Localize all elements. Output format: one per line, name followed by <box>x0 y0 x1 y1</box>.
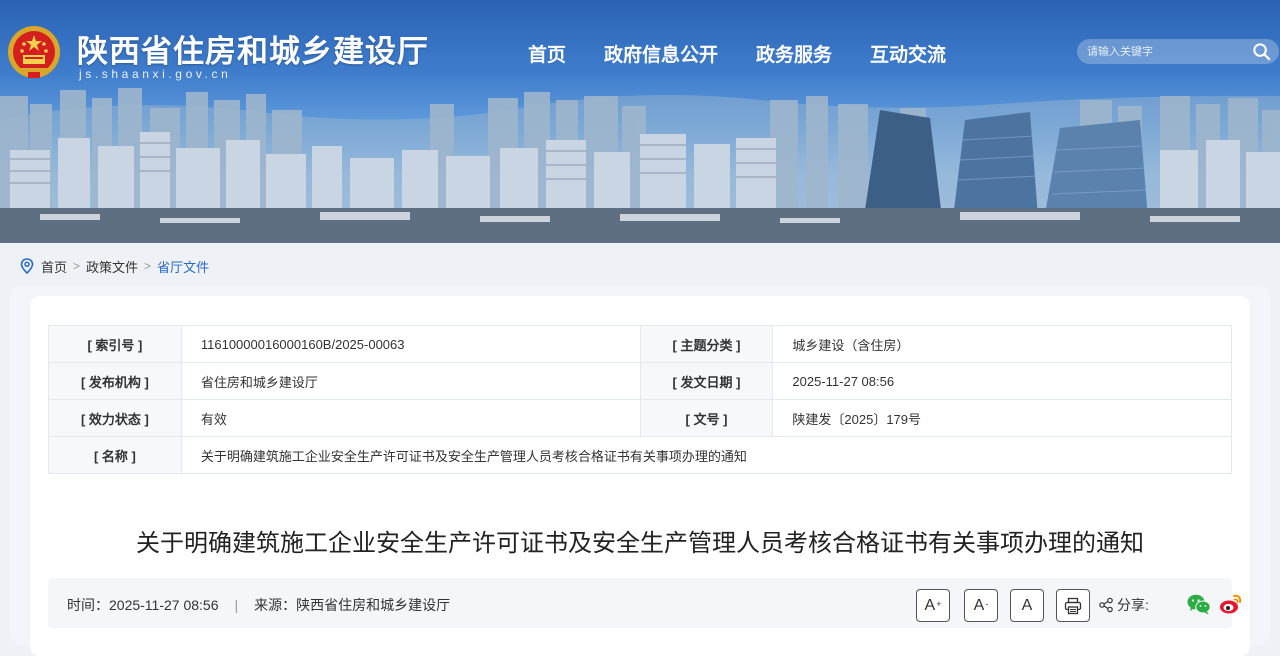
breadcrumb-dept-docs[interactable]: 省厅文件 <box>157 257 209 276</box>
content-card: [ 索引号 ] 11610000016000160B/2025-00063 [ … <box>10 286 1270 656</box>
content-panel: [ 索引号 ] 11610000016000160B/2025-00063 [ … <box>30 296 1250 656</box>
breadcrumb: 首页 > 政策文件 > 省厅文件 <box>20 256 209 276</box>
index-no-label: [ 索引号 ] <box>48 325 182 363</box>
site-title[interactable]: 陕西省住房和城乡建设厅 <box>77 26 429 71</box>
font-increase-label: A <box>924 596 936 614</box>
nav-item-services[interactable]: 政务服务 <box>756 40 832 66</box>
search-box <box>1077 39 1279 64</box>
time-label: 时间： <box>67 597 109 613</box>
breadcrumb-separator: > <box>144 259 152 273</box>
doc-no-label: [ 文号 ] <box>639 399 774 437</box>
font-decrease-label: A <box>973 596 985 614</box>
table-row: [ 名称 ] 关于明确建筑施工企业安全生产许可证书及安全生产管理人员考核合格证书… <box>48 436 1233 474</box>
name-label: [ 名称 ] <box>48 436 182 474</box>
breadcrumb-policy-docs[interactable]: 政策文件 <box>86 257 138 276</box>
print-button[interactable] <box>1056 589 1090 622</box>
nav-item-interaction[interactable]: 互动交流 <box>870 40 946 66</box>
nav-item-home[interactable]: 首页 <box>528 40 566 66</box>
font-default-button[interactable]: A <box>1010 589 1044 622</box>
font-decrease-button[interactable]: A- <box>964 589 998 622</box>
article-info: 时间：2025-11-27 08:56 | 来源：陕西省住房和城乡建设厅 <box>67 595 450 615</box>
location-pin-icon <box>20 258 34 274</box>
article-title: 关于明确建筑施工企业安全生产许可证书及安全生产管理人员考核合格证书有关事项办理的… <box>136 530 1144 557</box>
status-label: [ 效力状态 ] <box>48 399 182 437</box>
share-section: 分享: <box>1098 595 1149 615</box>
table-row: [ 索引号 ] 11610000016000160B/2025-00063 [ … <box>48 325 1232 363</box>
table-row: [ 发布机构 ] 省住房和城乡建设厅 [ 发文日期 ] 2025-11-27 0… <box>48 362 1232 400</box>
date-label: [ 发文日期 ] <box>639 362 774 400</box>
weibo-icon[interactable] <box>1219 593 1243 615</box>
name-value: 关于明确建筑施工企业安全生产许可证书及安全生产管理人员考核合格证书有关事项办理的… <box>180 436 1233 474</box>
main-nav: 首页 政府信息公开 政务服务 互动交流 <box>528 40 984 66</box>
topic-value: 城乡建设（含住房） <box>772 325 1232 363</box>
nav-item-gov-info[interactable]: 政府信息公开 <box>604 40 718 66</box>
doc-no-value: 陕建发〔2025〕179号 <box>772 399 1232 437</box>
share-icon <box>1099 597 1113 613</box>
font-increase-mark: + <box>936 598 942 609</box>
font-increase-button[interactable]: A + <box>916 589 950 622</box>
publisher-value: 省住房和城乡建设厅 <box>180 362 641 400</box>
publish-time: 2025-11-27 08:56 <box>109 597 219 613</box>
font-default-label: A <box>1021 596 1033 614</box>
header-banner: 陕西省住房和城乡建设厅 js.shaanxi.gov.cn 首页 政府信息公开 … <box>0 0 1280 243</box>
table-row: [ 效力状态 ] 有效 [ 文号 ] 陕建发〔2025〕179号 <box>48 399 1232 437</box>
article-info-bar: 时间：2025-11-27 08:56 | 来源：陕西省住房和城乡建设厅 A + A-… <box>48 578 1242 628</box>
source-value: 陕西省住房和城乡建设厅 <box>296 597 451 613</box>
topic-label: [ 主题分类 ] <box>639 325 774 363</box>
font-decrease-mark: - <box>985 598 989 609</box>
site-domain: js.shaanxi.gov.cn <box>79 67 232 81</box>
print-icon <box>1064 597 1082 614</box>
breadcrumb-separator: > <box>73 259 81 273</box>
publisher-label: [ 发布机构 ] <box>48 362 182 400</box>
breadcrumb-home[interactable]: 首页 <box>41 257 67 276</box>
share-label: 分享: <box>1117 597 1149 613</box>
document-meta-table: [ 索引号 ] 11610000016000160B/2025-00063 [ … <box>48 325 1233 474</box>
status-value: 有效 <box>180 399 641 437</box>
wechat-icon[interactable] <box>1187 593 1211 615</box>
info-divider: | <box>234 597 239 613</box>
index-no-value: 11610000016000160B/2025-00063 <box>180 325 641 363</box>
national-emblem-icon <box>8 26 60 78</box>
date-value: 2025-11-27 08:56 <box>772 362 1232 400</box>
search-input[interactable] <box>1087 42 1247 61</box>
source-label: 来源： <box>254 597 297 613</box>
search-icon[interactable] <box>1252 42 1271 61</box>
